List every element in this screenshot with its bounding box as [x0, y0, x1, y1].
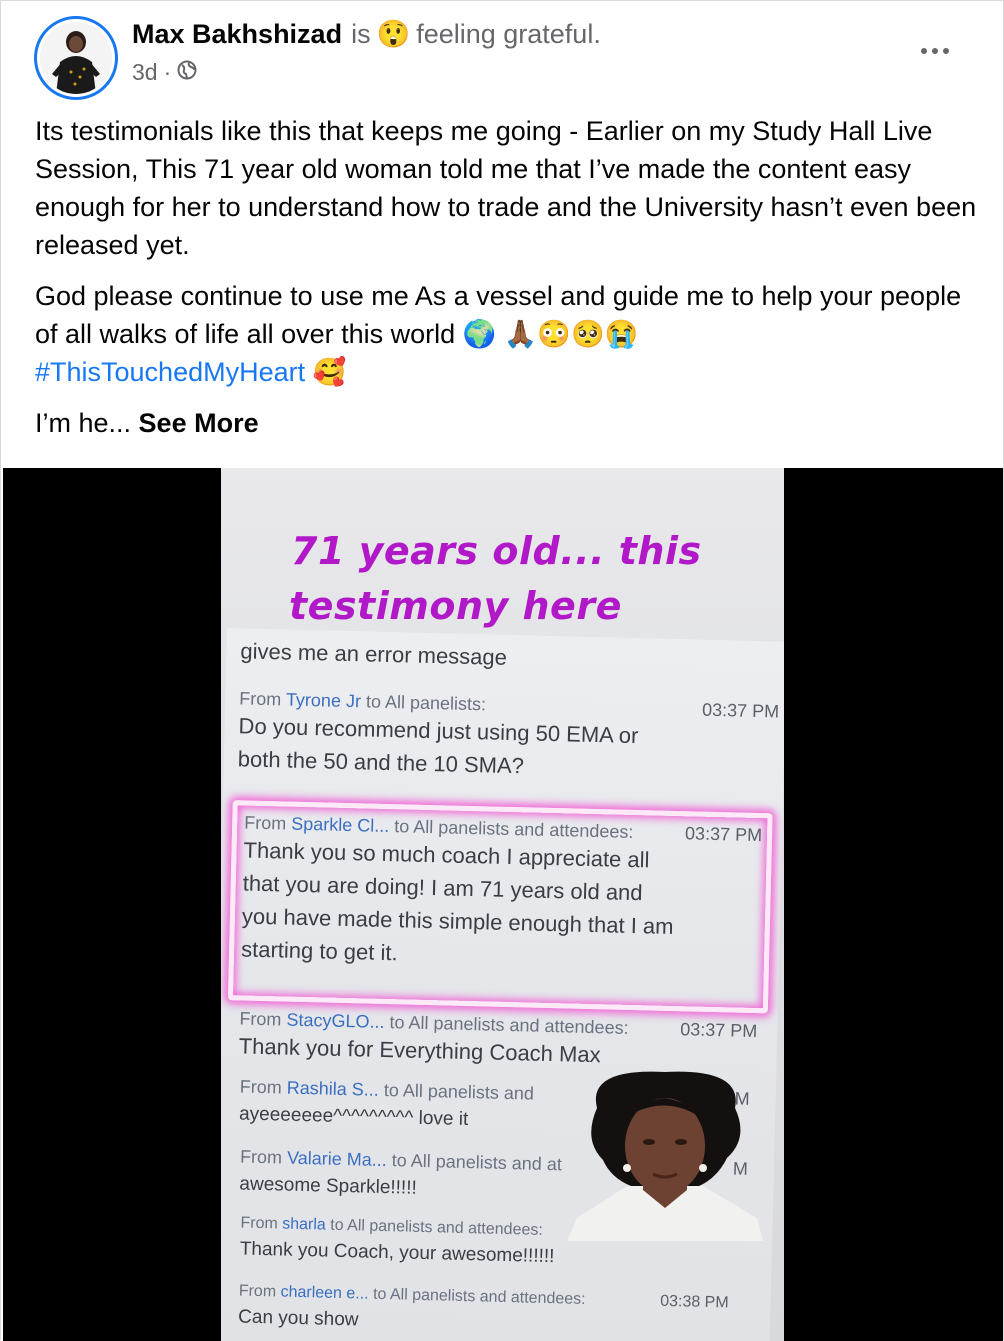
meta-separator: · [163, 59, 172, 85]
post-truncated-line: I’m he... See More [35, 404, 980, 442]
chat-time: 03:38 PM [659, 1292, 729, 1312]
from-word: From [244, 812, 287, 834]
video-caption: 71 years old... this testimony here [289, 524, 702, 634]
smiling-hearts-emoji-icon: 🥰 [312, 357, 347, 387]
chat-sender: Tyrone Jr [285, 689, 362, 712]
hashtag-link[interactable]: #ThisTouchedMyHeart [35, 357, 305, 387]
post-paragraph-2: God please continue to use me As a vesse… [35, 277, 980, 391]
chat-entry: From charleen e... to All panelists and … [238, 1282, 729, 1341]
from-word: From [239, 1008, 282, 1030]
from-word: From [240, 1214, 278, 1233]
chat-top-line: gives me an error message [240, 634, 781, 680]
post-paragraph-text: God please continue to use me As a vesse… [35, 281, 962, 349]
chat-recipient: to All panelists: [365, 691, 487, 715]
chat-sender: charleen e... [280, 1283, 369, 1303]
video-frame: 71 years old... this testimony here give… [221, 468, 784, 1341]
facebook-post: Max Bakhshizad is 😲 feeling grateful. 3d… [0, 0, 1004, 1341]
caption-line-1: 71 years old... this [291, 529, 702, 573]
see-more-link[interactable]: See More [139, 408, 259, 438]
chat-recipient: to All panelists and [383, 1079, 535, 1104]
feeling-text: feeling grateful. [416, 18, 601, 49]
author-name[interactable]: Max Bakhshizad [132, 19, 342, 50]
chat-entry: From Tyrone Jr to All panelists: 03:37 PM… [237, 688, 780, 788]
from-word: From [239, 1076, 283, 1098]
chat-sender: Valarie Ma... [286, 1147, 388, 1171]
chat-entry: From StacyGLO... to All panelists and at… [238, 1008, 757, 1075]
more-dot-icon [921, 48, 927, 54]
chat-entry-highlighted: From Sparkle Cl... to All panelists and … [241, 812, 763, 978]
caption-line-2: testimony here [289, 584, 622, 628]
chat-sender: Sparkle Cl... [291, 813, 390, 837]
chat-sender: Rashila S... [286, 1077, 380, 1100]
astonished-emoji-icon: 😲 [376, 19, 411, 49]
post-timestamp[interactable]: 3d [132, 59, 158, 86]
author-line: Max Bakhshizad is 😲 feeling grateful. [132, 18, 601, 50]
globe-icon[interactable] [177, 59, 197, 86]
chat-sender: StacyGLO... [286, 1009, 385, 1032]
post-video[interactable]: 71 years old... this testimony here give… [3, 468, 1003, 1341]
is-word: is [351, 18, 371, 49]
post-paragraph: Its testimonials like this that keeps me… [35, 116, 977, 260]
truncated-text: I’m he... [35, 408, 132, 438]
avatar-photo [40, 22, 112, 94]
more-dot-icon [932, 48, 938, 54]
from-word: From [239, 688, 282, 710]
chat-recipient: to All panelists and at [391, 1150, 563, 1175]
post-meta: 3d · [132, 59, 197, 86]
more-options-button[interactable] [915, 37, 955, 65]
author-avatar[interactable] [34, 16, 118, 100]
chat-message-text: gives me an error message [240, 638, 508, 670]
reaction-sticker [567, 1068, 763, 1241]
post-body: Its testimonials like this that keeps me… [35, 112, 980, 455]
chat-time: 03:37 PM [701, 699, 780, 722]
chat-sender: sharla [282, 1215, 327, 1234]
chat-time: 03:37 PM [684, 823, 763, 846]
from-word: From [238, 1282, 277, 1301]
from-word: From [239, 1146, 283, 1168]
more-dot-icon [943, 48, 949, 54]
chat-time: 03:37 PM [680, 1019, 758, 1042]
